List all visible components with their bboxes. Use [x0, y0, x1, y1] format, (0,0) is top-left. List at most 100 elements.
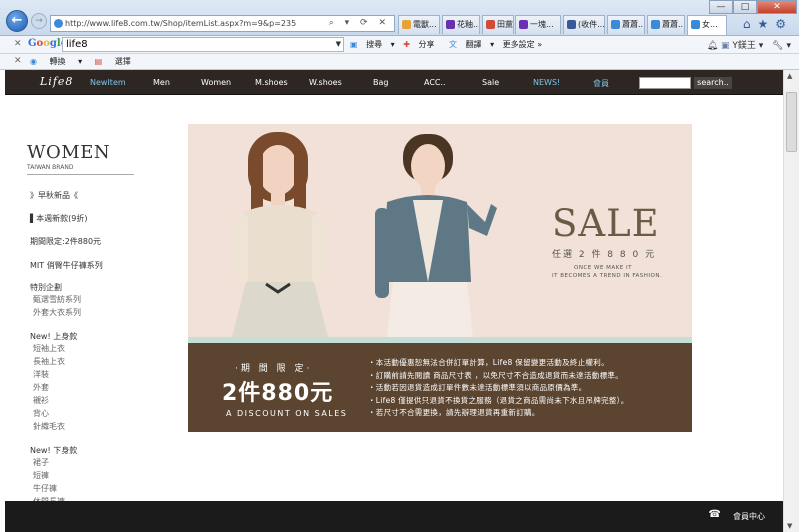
browser-titlebar: ← → http://www.life8.com.tw/Shop/itemLis… — [0, 0, 799, 36]
sidebar-subitem[interactable]: 外套 — [33, 382, 49, 393]
convert-icon: ◉ — [30, 57, 37, 66]
sidebar-item[interactable]: 特別企劃 — [30, 282, 62, 293]
site-logo[interactable]: Life8 — [40, 75, 73, 88]
nav-item[interactable]: NEWS! — [533, 78, 560, 87]
chevron-down-icon[interactable]: ▼ — [336, 38, 341, 51]
share-label: 分享 — [418, 40, 435, 49]
address-tools-icons[interactable]: ⌕ ▾ ⟳ ✕ — [329, 16, 390, 31]
address-bar[interactable]: http://www.life8.com.tw/Shop/itemList.as… — [50, 15, 395, 32]
tab-label: 蕭蕭... — [662, 20, 685, 29]
footer-bar: ☎ 會員中心 — [5, 501, 783, 532]
sidebar-subitem[interactable]: 裙子 — [33, 457, 49, 468]
nav-item[interactable]: Men — [153, 78, 170, 87]
sidebar-item[interactable]: New! 下身款 — [30, 445, 77, 456]
browser-tab[interactable]: 蕭蕭... — [647, 15, 685, 34]
sidebar-subitem[interactable]: 外套大衣系列 — [33, 307, 81, 318]
tab-favicon-icon — [651, 20, 660, 29]
google-toolbar: ✕ Google life8 ▼ ▣ 搜尋 ▾ ✚ 分享 文 翻譯 ▾ 更多設定… — [0, 36, 799, 54]
browser-tab[interactable]: 電獸... — [398, 15, 440, 34]
forward-arrow-icon[interactable]: → — [31, 13, 47, 29]
nav-item[interactable]: 會員 — [593, 78, 609, 89]
tab-label: 女... — [702, 20, 718, 29]
sidebar-subitem[interactable]: 甄選雪紡系列 — [33, 294, 81, 305]
site-search-input[interactable] — [639, 77, 691, 89]
tab-favicon-icon — [486, 20, 495, 29]
translate-button[interactable]: 文 翻譯 ▾ — [449, 40, 494, 49]
browser-tab[interactable]: 一塊... — [515, 15, 561, 34]
sale-banner[interactable]: SALE 任選 2 件 8 8 0 元 ONCE WE MAKE IT IT B… — [188, 124, 692, 432]
promo-price: 2件880元 — [222, 381, 334, 406]
browser-tab[interactable]: 女... — [687, 15, 727, 35]
google-tools: ▣ 搜尋 ▾ ✚ 分享 文 翻譯 ▾ 更多設定 » — [350, 39, 548, 50]
member-center-link[interactable]: 會員中心 — [733, 511, 765, 522]
google-search-button[interactable]: ▣ 搜尋 ▾ — [350, 40, 395, 49]
close-toolbar-icon[interactable]: ✕ — [14, 39, 22, 49]
browser-tab[interactable]: 蕭蕭... — [607, 15, 645, 34]
model-image-left — [232, 132, 328, 337]
close-window-button[interactable]: ✕ — [757, 0, 797, 14]
sale-tagline-2: IT BECOMES A TREND IN FASHION. — [552, 273, 663, 279]
web-page: Life8 NewItem Men Women M.shoes W.shoes Bag AC… — [0, 70, 783, 532]
minimize-button[interactable]: — — [709, 0, 733, 14]
back-arrow-icon[interactable]: ← — [6, 10, 28, 32]
site-nav: Life8 NewItem Men Women M.shoes W.shoes Bag AC… — [5, 70, 783, 95]
sidebar-subitem[interactable]: 短袖上衣 — [33, 343, 65, 354]
promo-note: ・若尺寸不合需更換，請先辦理退貨再重新訂購。 — [368, 408, 540, 417]
sidebar-subitem[interactable]: 長袖上衣 — [33, 356, 65, 367]
vertical-scrollbar[interactable]: ▲ ▼ — [783, 70, 799, 532]
more-settings-button[interactable]: 更多設定 » — [503, 40, 542, 49]
model-image-right — [375, 134, 497, 337]
sidebar-subitem[interactable]: 短褲 — [33, 470, 49, 481]
window-controls: — □ ✕ — [709, 0, 797, 14]
nav-item[interactable]: Women — [201, 78, 231, 87]
sidebar-item[interactable]: MIT 俏臀牛仔褲系列 — [30, 260, 103, 271]
browser-tab[interactable]: 花釉... — [442, 15, 480, 34]
sidebar-item[interactable]: New! 上身款 — [30, 331, 77, 342]
sidebar-item[interactable]: ▌本週新款(9折) — [30, 213, 87, 224]
browser-tab[interactable]: 田黨... — [482, 15, 514, 34]
share-button[interactable]: ✚ 分享 — [403, 40, 440, 49]
site-search-button[interactable]: search.. — [694, 77, 732, 89]
tab-favicon-icon — [611, 20, 620, 29]
tab-label: 花釉... — [457, 20, 480, 29]
sidebar-subitem[interactable]: 牛仔褲 — [33, 483, 57, 494]
browser-tab[interactable]: (收件... — [563, 15, 605, 34]
scroll-up-icon[interactable]: ▲ — [787, 72, 792, 80]
select-button[interactable]: ▤ 選擇 — [95, 57, 141, 66]
close-favbar-icon[interactable]: ✕ — [14, 56, 22, 66]
sale-heading: SALE — [552, 202, 660, 245]
select-icon: ▤ — [94, 57, 103, 66]
nav-item[interactable]: NewItem — [90, 78, 126, 87]
promo-note: ・Life8 僅提供只退貨不換貨之服務（退貨之商品需尚未下水且吊牌完整）。 — [368, 395, 629, 405]
sidebar-subitem[interactable]: 洋裝 — [33, 369, 49, 380]
sidebar-subitem[interactable]: 襯衫 — [33, 395, 49, 406]
home-favorites-tools-icons[interactable]: ⌂★⚙ — [743, 17, 793, 31]
fav-items: ◉ 轉換 ▾ ▤ 選擇 — [30, 56, 151, 67]
tab-favicon-icon — [446, 20, 455, 29]
maximize-button[interactable]: □ — [733, 0, 757, 14]
scroll-down-icon[interactable]: ▼ — [787, 522, 792, 530]
sidebar-subitem[interactable]: 針織毛衣 — [33, 421, 65, 432]
banner-info-panel: ·期 間 限 定· 2件880元 A DISCOUNT ON SALES ・本活… — [188, 343, 692, 432]
scroll-thumb[interactable] — [786, 92, 797, 152]
nav-item[interactable]: W.shoes — [309, 78, 342, 87]
bell-icon[interactable]: 🔔︎ — [707, 41, 718, 51]
sidebar-item[interactable]: 》早秋新品《 — [30, 190, 78, 201]
google-search-input[interactable]: life8 ▼ — [62, 37, 344, 52]
tab-label: 蕭蕭... — [622, 20, 645, 29]
nav-item[interactable]: Sale — [482, 78, 499, 87]
nav-item[interactable]: M.shoes — [255, 78, 288, 87]
limited-time-label: ·期 間 限 定· — [235, 364, 313, 374]
tab-favicon-icon — [402, 20, 411, 29]
sidebar-title: WOMEN — [27, 142, 111, 163]
wrench-icon[interactable]: 🔧︎ — [772, 41, 783, 51]
translate-icon: 文 — [449, 40, 458, 49]
sidebar-item[interactable]: 期間限定:2件880元 — [30, 236, 101, 247]
nav-item[interactable]: ACC.. — [424, 78, 446, 87]
address-url: http://www.life8.com.tw/Shop/itemList.as… — [65, 19, 297, 28]
sidebar-subitem[interactable]: 背心 — [33, 408, 49, 419]
nav-item[interactable]: Bag — [373, 78, 388, 87]
user-name[interactable]: Y鎂王 — [732, 41, 756, 51]
user-avatar-icon: ▣ — [721, 41, 730, 51]
convert-button[interactable]: ◉ 轉換 ▾ — [30, 57, 82, 66]
